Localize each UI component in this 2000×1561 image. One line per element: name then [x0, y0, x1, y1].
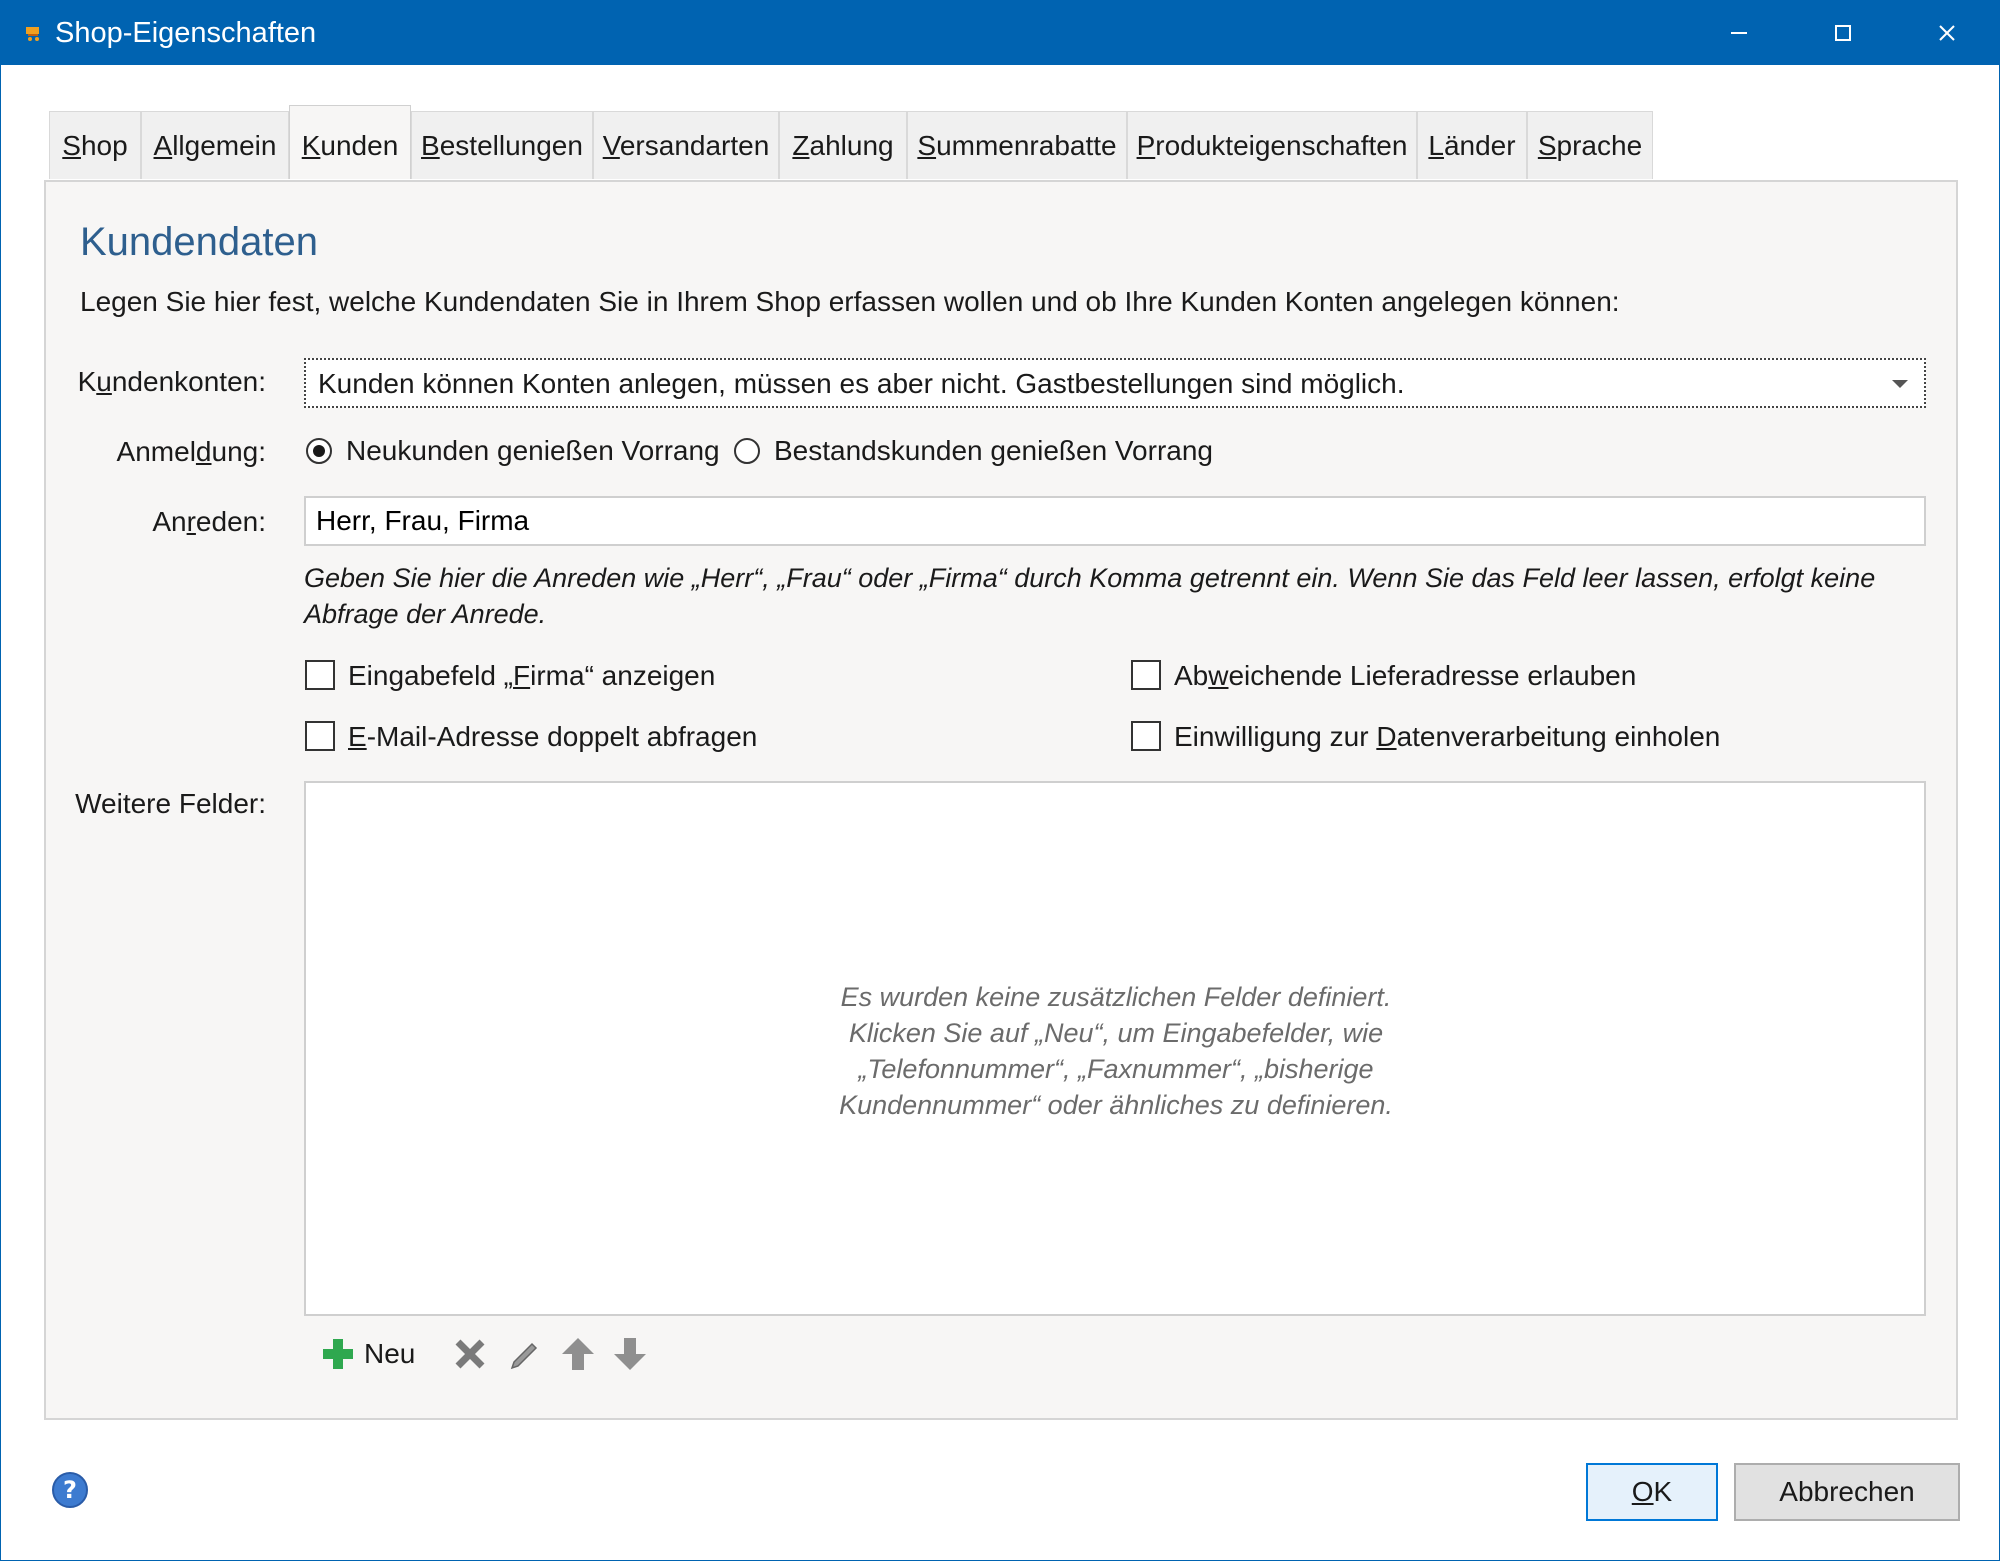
shop-cart-icon: [23, 23, 43, 43]
checkbox-lieferadresse[interactable]: [1131, 660, 1161, 690]
new-field-button[interactable]: Neu: [316, 1330, 426, 1376]
move-up-button[interactable]: [558, 1330, 598, 1376]
tab-allgemein[interactable]: Allgemein: [141, 111, 289, 179]
anreden-input[interactable]: [304, 496, 1926, 546]
weitere-felder-label: Weitere Felder:: [75, 788, 266, 819]
minimize-button[interactable]: [1687, 1, 1791, 65]
move-down-button[interactable]: [610, 1330, 650, 1376]
chevron-down-icon: [1892, 380, 1908, 388]
edit-field-button[interactable]: [504, 1330, 544, 1376]
checkbox-email-label[interactable]: E-Mail-Adresse doppelt abfragen: [348, 719, 757, 755]
radio-bestandskunden-label[interactable]: Bestandskunden genießen Vorrang: [774, 433, 1213, 469]
new-field-label: Neu: [364, 1338, 416, 1369]
close-icon: [1939, 25, 1955, 41]
tab-produkteigenschaften[interactable]: Produkteigenschaften: [1127, 111, 1417, 179]
tab-zahlung[interactable]: Zahlung: [779, 111, 907, 179]
edit-pencil-icon: [510, 1342, 538, 1370]
delete-field-button[interactable]: [450, 1330, 490, 1376]
help-icon[interactable]: ?: [51, 1471, 89, 1509]
empty-list-message: Es wurden keine zusätzlichen Felder defi…: [839, 982, 1393, 1120]
checkbox-email[interactable]: [305, 721, 335, 751]
plus-icon: [323, 1339, 353, 1369]
kundenkonten-dropdown[interactable]: Kunden können Konten anlegen, müssen es …: [304, 358, 1926, 408]
minimize-icon: [1731, 32, 1747, 34]
dialog-window: Shop-Eigenschaften Shop Allgemein Kunden…: [0, 0, 2000, 1561]
tab-kunden[interactable]: Kunden: [289, 105, 411, 179]
radio-neukunden[interactable]: [306, 438, 332, 464]
tab-versandarten[interactable]: Versandarten: [593, 111, 779, 179]
kundenkonten-label: Kundenkonten:: [77, 366, 266, 397]
svg-text:?: ?: [63, 1476, 77, 1504]
arrow-down-icon: [614, 1338, 646, 1370]
section-title: Kundendaten: [80, 220, 319, 264]
ok-button[interactable]: OK: [1586, 1463, 1718, 1521]
kundenkonten-value: Kunden können Konten anlegen, müssen es …: [318, 368, 1405, 399]
anreden-label: Anreden:: [152, 506, 266, 537]
tab-panel-kunden: Kundendaten Legen Sie hier fest, welche …: [44, 180, 1958, 1420]
checkbox-lieferadresse-label[interactable]: Abweichende Lieferadresse erlauben: [1174, 658, 1636, 694]
checkbox-datenverarbeitung-label[interactable]: Einwilligung zur Datenverarbeitung einho…: [1174, 719, 1720, 755]
window-title: Shop-Eigenschaften: [55, 17, 317, 49]
radio-bestandskunden[interactable]: [734, 438, 760, 464]
tab-sprache[interactable]: Sprache: [1527, 111, 1653, 179]
radio-neukunden-label[interactable]: Neukunden genießen Vorrang: [346, 433, 720, 469]
anmeldung-label: Anmeldung:: [116, 436, 266, 467]
maximize-button[interactable]: [1791, 1, 1895, 65]
section-intro: Legen Sie hier fest, welche Kundendaten …: [80, 286, 1620, 317]
close-button[interactable]: [1895, 1, 1999, 65]
tab-shop[interactable]: Shop: [49, 111, 141, 179]
tab-summenrabatte[interactable]: Summenrabatte: [907, 111, 1127, 179]
anreden-hint: Geben Sie hier die Anreden wie „Herr“, „…: [304, 563, 1876, 629]
title-bar[interactable]: Shop-Eigenschaften: [1, 1, 1999, 65]
maximize-icon: [1835, 25, 1851, 41]
delete-icon: [455, 1339, 485, 1369]
checkbox-datenverarbeitung[interactable]: [1131, 721, 1161, 751]
checkbox-firma[interactable]: [305, 660, 335, 690]
radio-selected-dot: [313, 445, 325, 457]
tab-bestellungen[interactable]: Bestellungen: [411, 111, 593, 179]
tab-laender[interactable]: Länder: [1417, 111, 1527, 179]
weitere-felder-list[interactable]: Es wurden keine zusätzlichen Felder defi…: [304, 781, 1926, 1316]
arrow-up-icon: [562, 1338, 594, 1370]
checkbox-firma-label[interactable]: Eingabefeld „Firma“ anzeigen: [348, 658, 715, 694]
cancel-button[interactable]: Abbrechen: [1734, 1463, 1960, 1521]
